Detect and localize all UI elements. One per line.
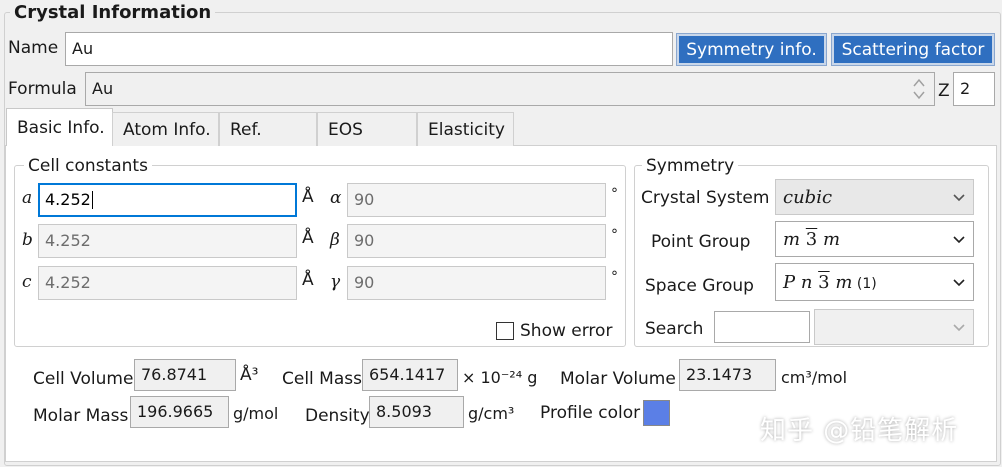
formula-input[interactable]: Au (85, 72, 935, 106)
cell-mass-field: 654.1417 (362, 359, 458, 391)
formula-value: Au (92, 79, 114, 98)
show-error-label[interactable]: Show error (520, 320, 612, 342)
beta-label: β (330, 230, 340, 250)
a-input[interactable]: 4.252 (38, 183, 297, 217)
crystal-system-value: cubic (783, 186, 833, 208)
cell-constants-title: Cell constants (24, 155, 152, 177)
c-label: c (22, 272, 32, 292)
gamma-unit: ° (611, 269, 618, 285)
z-value: 2 (960, 79, 971, 98)
point-group-label: Point Group (651, 232, 751, 252)
molar-mass-unit: g/mol (233, 404, 279, 423)
alpha-value: 90 (354, 190, 375, 209)
density-field: 8.5093 (369, 396, 464, 428)
c-value: 4.252 (45, 273, 91, 292)
tab-atom-info[interactable]: Atom Info. (112, 112, 219, 146)
gamma-label: γ (330, 272, 341, 292)
group-title: Crystal Information (10, 2, 216, 24)
density-value: 8.5093 (376, 402, 432, 421)
a-label: a (22, 188, 33, 208)
density-label: Density (305, 406, 370, 426)
watermark: 知乎 @铅笔解析 (760, 416, 959, 446)
gamma-value: 90 (354, 273, 375, 292)
cell-volume-label: Cell Volume (33, 369, 134, 389)
density-unit: g/cm³ (468, 404, 515, 423)
formula-spin-icon[interactable] (912, 77, 926, 101)
tab-ref[interactable]: Ref. (219, 112, 317, 146)
alpha-input[interactable]: 90 (347, 183, 606, 217)
alpha-unit: ° (611, 186, 618, 202)
molar-volume-field: 23.1473 (679, 359, 776, 391)
beta-value: 90 (354, 231, 375, 250)
molar-volume-unit: cm³/mol (781, 368, 848, 387)
chevron-down-icon (953, 236, 965, 244)
b-input[interactable]: 4.252 (38, 224, 297, 258)
chevron-down-icon (953, 194, 965, 202)
molar-mass-value: 196.9665 (137, 402, 214, 421)
beta-input[interactable]: 90 (347, 224, 606, 258)
space-group-select[interactable]: P n 3 m (1) (775, 263, 974, 301)
crystal-system-label: Crystal System (641, 188, 770, 208)
search-label: Search (645, 319, 704, 339)
crystal-system-select[interactable]: cubic (775, 179, 974, 215)
point-group-select[interactable]: m 3 m (775, 221, 974, 257)
name-value: Au (72, 39, 94, 58)
symmetry-title: Symmetry (642, 155, 739, 177)
show-error-checkbox[interactable] (496, 322, 514, 340)
formula-label: Formula (8, 79, 77, 99)
b-value: 4.252 (45, 231, 91, 250)
symmetry-info-button[interactable]: Symmetry info. (676, 33, 827, 66)
cell-mass-label: Cell Mass (282, 369, 362, 389)
beta-unit: ° (611, 227, 618, 243)
a-value: 4.252 (45, 190, 91, 209)
cell-volume-unit: Å³ (240, 365, 259, 385)
b-label: b (22, 230, 33, 250)
molar-volume-value: 23.1473 (686, 365, 753, 384)
profile-color-label: Profile color (540, 403, 641, 423)
name-input[interactable]: Au (65, 32, 673, 66)
alpha-label: α (330, 188, 342, 208)
tab-basic-info[interactable]: Basic Info. (6, 108, 113, 146)
molar-volume-label: Molar Volume (560, 369, 676, 389)
b-unit: Å (302, 228, 314, 248)
z-label: Z (938, 81, 950, 101)
c-unit: Å (302, 270, 314, 290)
molar-mass-label: Molar Mass (33, 406, 129, 426)
z-input[interactable]: 2 (953, 72, 995, 106)
space-group-label: Space Group (645, 276, 754, 296)
a-unit: Å (302, 187, 314, 207)
name-label: Name (8, 38, 59, 58)
point-group-value: m 3 m (783, 228, 841, 250)
cell-volume-field: 76.8741 (134, 359, 236, 391)
molar-mass-field: 196.9665 (130, 396, 229, 428)
chevron-down-icon (953, 279, 965, 287)
search-input[interactable] (714, 311, 810, 343)
c-input[interactable]: 4.252 (38, 266, 297, 300)
search-result-select[interactable] (814, 309, 974, 345)
tab-elasticity[interactable]: Elasticity (417, 112, 514, 146)
cell-mass-value: 654.1417 (369, 365, 446, 384)
space-group-value: P n 3 m (1) (783, 271, 877, 293)
chevron-down-icon (953, 324, 965, 332)
profile-color-swatch[interactable] (643, 400, 670, 426)
tab-eos[interactable]: EOS (317, 112, 417, 146)
gamma-input[interactable]: 90 (347, 266, 606, 300)
scattering-factor-button[interactable]: Scattering factor (831, 33, 995, 66)
cell-volume-value: 76.8741 (141, 365, 208, 384)
cell-mass-unit: × 10⁻²⁴ g (462, 368, 538, 387)
